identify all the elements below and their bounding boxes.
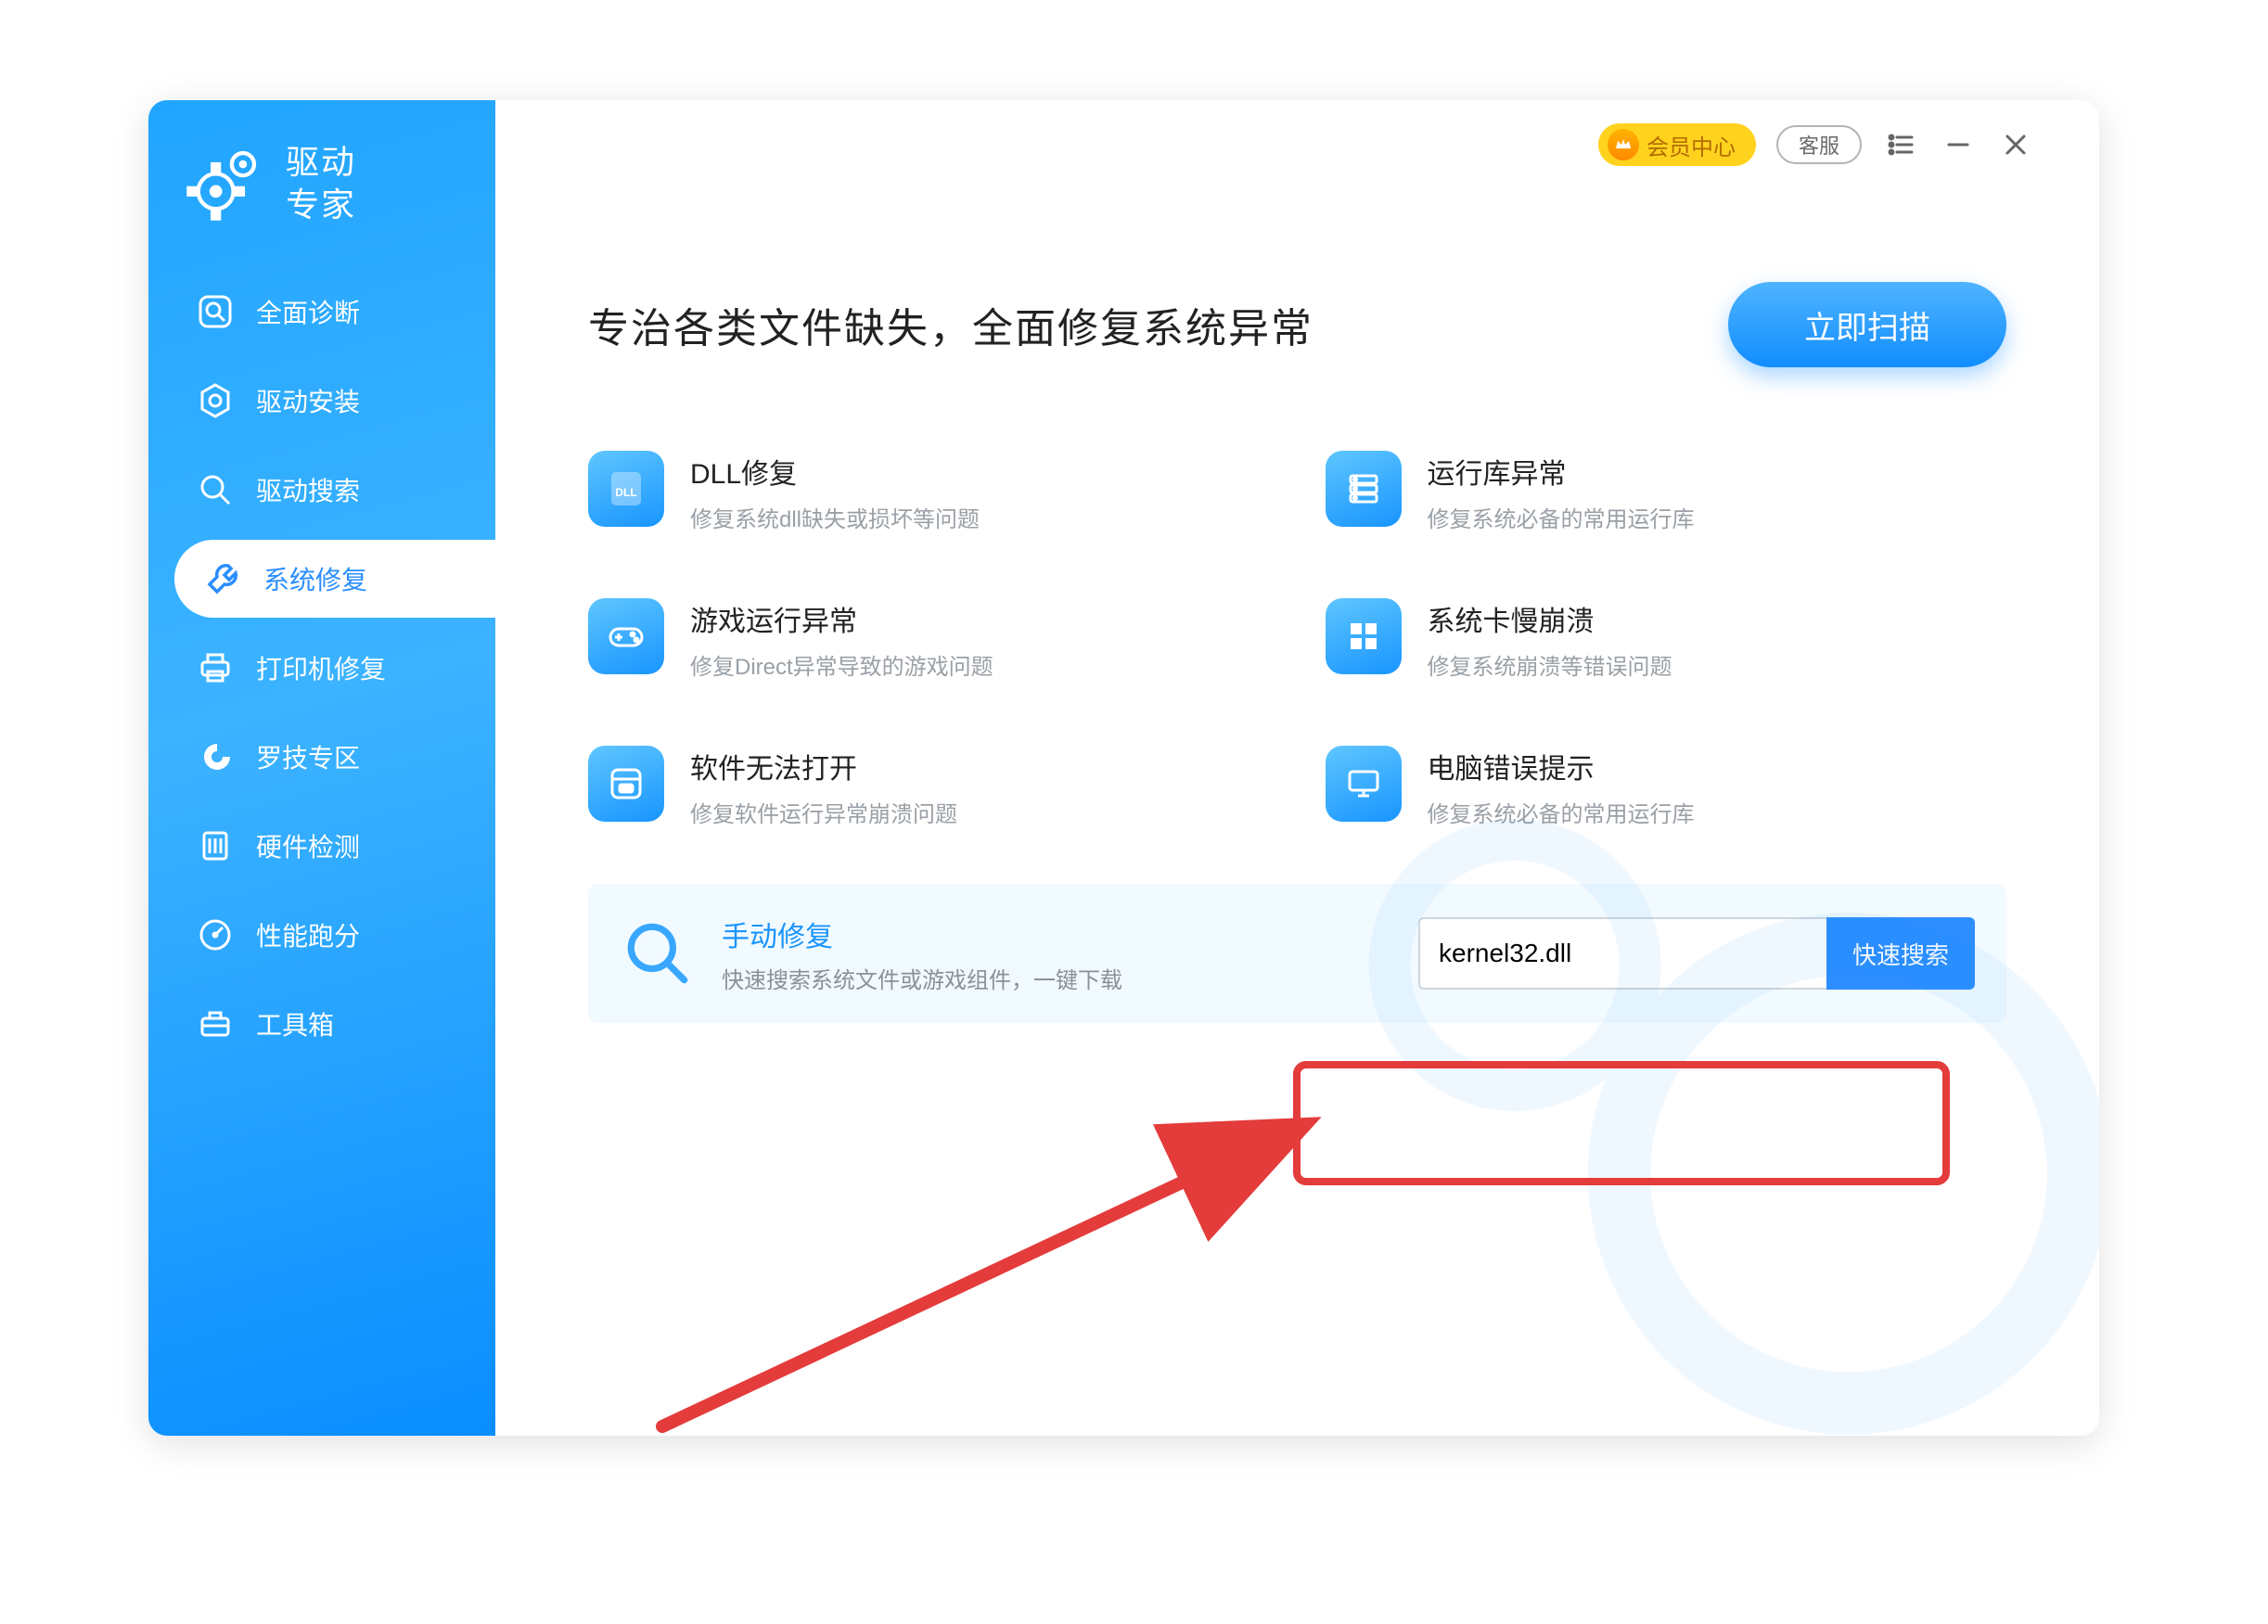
main-panel: 会员中心 客服 专治各类文件缺失，全面修复系统	[495, 100, 2099, 1436]
card-dll-repair[interactable]: DLL DLL修复 修复系统dll缺失或损坏等问题	[588, 451, 1270, 533]
card-title: 软件无法打开	[690, 746, 957, 786]
menu-icon[interactable]	[1882, 126, 1919, 163]
card-desc: 修复系统必备的常用运行库	[1428, 796, 1695, 828]
app-name: 驱动 专家	[286, 141, 356, 226]
sidebar-item-search[interactable]: 驱动搜索	[148, 451, 495, 529]
windows-icon	[1326, 598, 1402, 674]
card-title: DLL修复	[690, 451, 980, 492]
manual-repair-row: 手动修复 快速搜索系统文件或游戏组件，一键下载 快速搜索	[588, 884, 2006, 1023]
vip-button[interactable]: 会员中心	[1598, 123, 1756, 166]
sidebar-item-label: 罗技专区	[256, 738, 360, 775]
sidebar-item-repair[interactable]: 系统修复	[174, 540, 495, 618]
magnifier-square-icon	[195, 291, 236, 332]
repair-grid: DLL DLL修复 修复系统dll缺失或损坏等问题 运行库异常 修复系统必备的常…	[551, 423, 2044, 828]
card-desc: 修复Direct异常导致的游戏问题	[690, 648, 993, 681]
card-game-error[interactable]: 游戏运行异常 修复Direct异常导致的游戏问题	[588, 598, 1270, 681]
close-button[interactable]	[1997, 126, 2034, 163]
support-button[interactable]: 客服	[1776, 125, 1862, 164]
dll-icon: DLL	[588, 451, 664, 527]
scan-button-label: 立即扫描	[1804, 302, 1930, 348]
card-desc: 修复软件运行异常崩溃问题	[690, 796, 957, 828]
card-desc: 修复系统必备的常用运行库	[1428, 501, 1695, 533]
app-name-line1: 驱动	[286, 141, 356, 184]
scan-button[interactable]: 立即扫描	[1728, 282, 2006, 367]
page-title: 专治各类文件缺失，全面修复系统异常	[588, 295, 1313, 354]
card-title: 运行库异常	[1428, 451, 1695, 492]
server-icon	[1326, 451, 1402, 527]
app-logo: 驱动 专家	[148, 141, 495, 273]
gauge-icon	[195, 914, 236, 955]
search-icon	[195, 469, 236, 510]
card-title: 系统卡慢崩溃	[1428, 598, 1672, 639]
support-label: 客服	[1799, 130, 1839, 160]
minimize-button[interactable]	[1940, 126, 1977, 163]
sidebar-item-label: 打印机修复	[256, 649, 386, 686]
app-window: 驱动 专家 全面诊断	[148, 100, 2099, 1436]
hex-gear-icon	[195, 380, 236, 421]
logitech-icon	[195, 736, 236, 777]
annotation-highlight-box	[1293, 1061, 1950, 1185]
search-input[interactable]	[1418, 917, 1826, 990]
wrench-icon	[202, 558, 243, 599]
gears-icon	[186, 142, 265, 226]
card-title: 游戏运行异常	[690, 598, 993, 639]
card-pc-error[interactable]: 电脑错误提示 修复系统必备的常用运行库	[1326, 746, 2007, 828]
sidebar: 驱动 专家 全面诊断	[148, 100, 495, 1436]
card-software-error[interactable]: 软件无法打开 修复软件运行异常崩溃问题	[588, 746, 1270, 828]
card-runtime-lib[interactable]: 运行库异常 修复系统必备的常用运行库	[1326, 451, 2007, 533]
sidebar-item-install[interactable]: 驱动安装	[148, 362, 495, 440]
toolbox-icon	[195, 1004, 236, 1044]
vip-label: 会员中心	[1647, 129, 1736, 161]
sidebar-item-label: 驱动安装	[256, 382, 360, 419]
card-desc: 修复系统dll缺失或损坏等问题	[690, 501, 980, 533]
manual-desc: 快速搜索系统文件或游戏组件，一键下载	[722, 962, 1122, 994]
printer-icon	[195, 647, 236, 688]
hero: 专治各类文件缺失，全面修复系统异常 立即扫描	[551, 189, 2044, 423]
search-button-label: 快速搜索	[1852, 937, 1949, 971]
manual-title: 手动修复	[722, 914, 1122, 954]
sidebar-item-hardware[interactable]: 硬件检测	[148, 807, 495, 885]
titlebar: 会员中心 客服	[551, 100, 2044, 189]
sidebar-item-label: 性能跑分	[256, 916, 360, 953]
sidebar-item-logi[interactable]: 罗技专区	[148, 718, 495, 796]
manual-text: 手动修复 快速搜索系统文件或游戏组件，一键下载	[722, 914, 1122, 994]
card-title: 电脑错误提示	[1428, 746, 1695, 786]
sidebar-item-label: 驱动搜索	[256, 471, 360, 508]
card-desc: 修复系统崩溃等错误问题	[1428, 648, 1672, 681]
sidebar-item-benchmark[interactable]: 性能跑分	[148, 896, 495, 974]
sidebar-item-label: 工具箱	[256, 1005, 334, 1042]
svg-text:DLL: DLL	[615, 486, 636, 499]
sidebar-item-label: 硬件检测	[256, 827, 360, 864]
sidebar-item-label: 全面诊断	[256, 293, 360, 330]
sidebar-nav: 全面诊断 驱动安装 驱动搜索	[148, 273, 495, 1063]
sidebar-item-toolbox[interactable]: 工具箱	[148, 985, 495, 1063]
ram-icon	[195, 825, 236, 866]
annotation-arrow-icon	[607, 1111, 1330, 1436]
sidebar-item-diagnosis[interactable]: 全面诊断	[148, 273, 495, 351]
quick-search-button[interactable]: 快速搜索	[1826, 917, 1975, 990]
sidebar-item-printer[interactable]: 打印机修复	[148, 629, 495, 707]
gamepad-icon	[588, 598, 664, 674]
crown-icon	[1608, 129, 1639, 160]
magnifier-icon	[620, 915, 696, 991]
card-system-crash[interactable]: 系统卡慢崩溃 修复系统崩溃等错误问题	[1326, 598, 2007, 681]
monitor-icon	[1326, 746, 1402, 822]
search-wrap: 快速搜索	[1418, 917, 1975, 990]
app-icon	[588, 746, 664, 822]
sidebar-item-label: 系统修复	[263, 560, 367, 597]
app-name-line2: 专家	[286, 184, 356, 226]
